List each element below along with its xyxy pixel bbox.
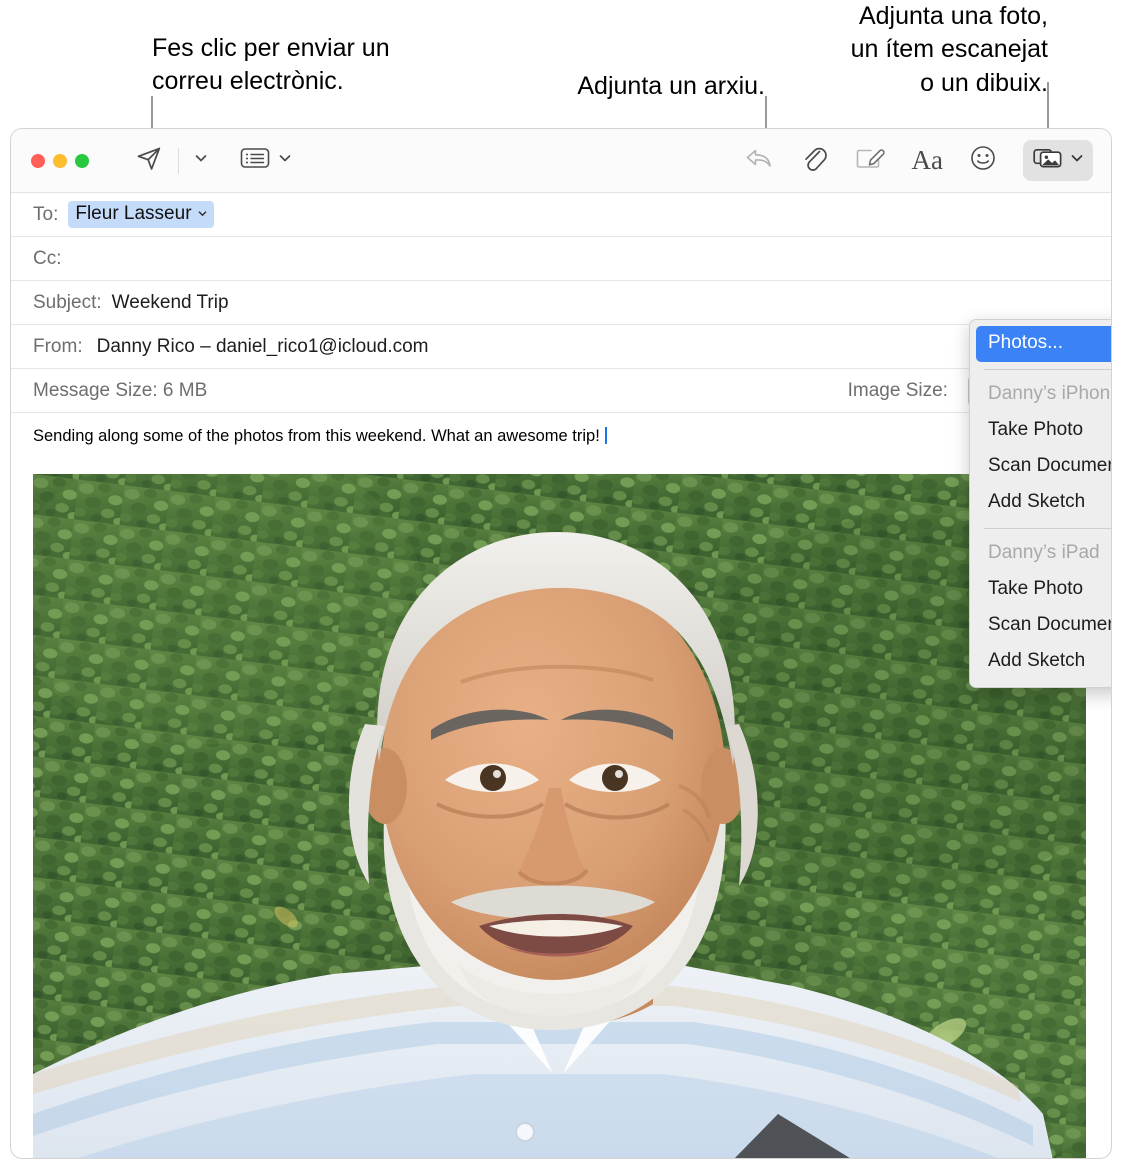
reply-button[interactable] [744,145,774,176]
subject-field-value[interactable]: Weekend Trip [112,292,229,314]
mail-compose-window: Aa To: Fleur Lasseur Cc: Subject: Weeken… [10,128,1112,1159]
menu-header-iphone: Danny’s iPhone [988,382,1112,404]
to-field-row[interactable]: To: Fleur Lasseur [11,193,1111,237]
smiley-face-icon [969,144,997,177]
menu-item-photos[interactable]: Photos... [976,326,1111,362]
window-controls [31,153,89,168]
format-text-icon: Aa [911,145,943,175]
emoji-button[interactable] [969,144,997,177]
chevron-down-icon[interactable] [197,203,208,225]
chevron-down-icon [1069,150,1085,171]
callout-attach-photo-label: Adjunta una foto, un ítem escanejat o un… [850,2,1048,97]
menu-header-ipad: Danny’s iPad [988,541,1100,563]
menu-separator [984,527,1111,529]
chevron-down-icon [277,150,293,171]
menu-item-ipad-scan-documents[interactable]: Scan Documents [970,608,1111,644]
message-body[interactable]: Sending along some of the photos from th… [11,413,1111,446]
minimize-window-button[interactable] [53,153,67,168]
menu-item-iphone-add-sketch[interactable]: Add Sketch [970,485,1111,521]
subject-field-row[interactable]: Subject: Weekend Trip [11,281,1111,325]
toolbar-right-group: Aa [744,140,1093,181]
menu-item-ipad-add-sketch[interactable]: Add Sketch [970,644,1111,680]
paperclip-icon [800,143,828,178]
photo-illustration [33,474,1086,1158]
compose-toolbar: Aa [11,129,1111,193]
cc-field-label: Cc: [33,247,62,269]
menu-item-iphone-take-photo[interactable]: Take Photo [970,413,1111,449]
photo-stack-icon [1033,146,1063,175]
stationery-card-icon [239,145,271,176]
from-field-label: From: [33,335,83,357]
menu-item-iphone-scan-documents[interactable]: Scan Documents [970,449,1111,485]
from-field-row[interactable]: From: Danny Rico – daniel_rico1@icloud.c… [11,325,1111,369]
reply-arrow-icon [744,145,774,176]
format-text-button[interactable]: Aa [912,145,943,176]
send-options-dropdown-button[interactable] [193,150,209,171]
toolbar-divider [178,147,179,174]
recipient-token[interactable]: Fleur Lasseur [68,201,214,228]
send-button[interactable] [134,143,164,178]
callout-attach-file-label: Adjunta un arxiu. [577,72,765,100]
markup-button[interactable] [854,145,886,176]
toolbar-left-group [134,143,293,178]
size-row: Message Size: 6 MB Image Size: Actual Si… [11,369,1111,413]
markup-pen-icon [854,145,886,176]
attach-file-button[interactable] [800,143,828,178]
attached-photo[interactable] [33,474,1086,1158]
close-window-button[interactable] [31,153,45,168]
message-body-text: Sending along some of the photos from th… [33,427,600,445]
image-size-label: Image Size: [847,379,948,401]
recipient-name: Fleur Lasseur [75,203,192,224]
stationery-button[interactable] [239,145,293,176]
from-field-value[interactable]: Danny Rico – daniel_rico1@icloud.com [97,336,429,358]
attach-photo-button[interactable] [1023,140,1093,181]
cc-field-row[interactable]: Cc: [11,237,1111,281]
to-field-label: To: [33,203,59,225]
callout-send-label: Fes clic per enviar un correu electrònic… [152,34,390,96]
send-paper-plane-icon [134,143,164,178]
text-caret [604,427,607,444]
menu-item-ipad-take-photo[interactable]: Take Photo [970,572,1111,608]
maximize-window-button[interactable] [75,153,89,168]
message-size-label: Message Size: 6 MB [33,379,208,401]
chevron-down-icon [193,150,209,171]
menu-separator [984,368,1111,370]
subject-field-label: Subject: [33,291,102,313]
attach-photo-dropdown-menu[interactable]: Photos... Danny’s iPhone Take Photo Scan… [969,319,1112,688]
